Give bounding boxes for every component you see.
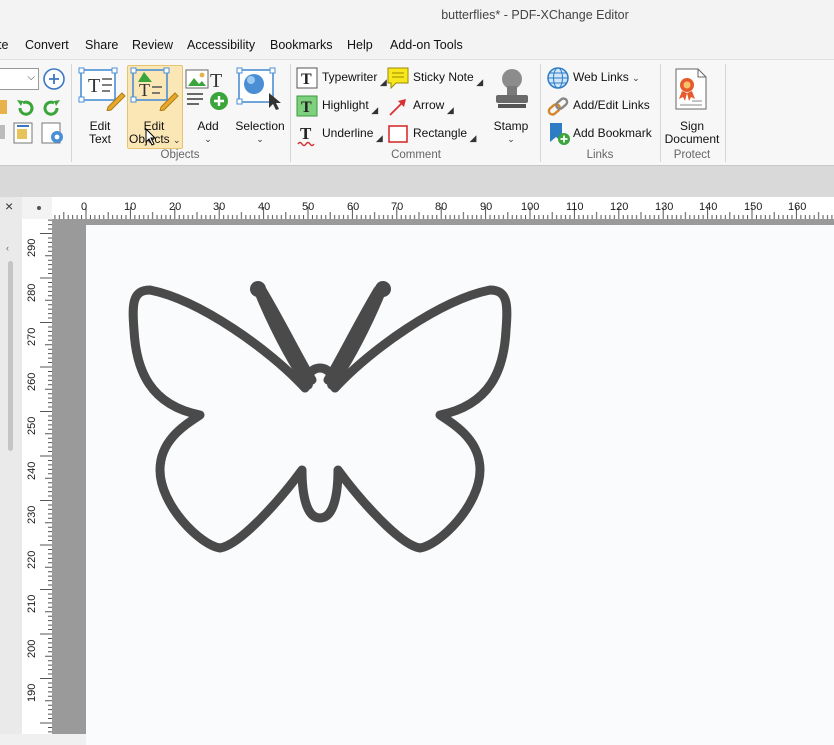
ruler-label: 160 <box>788 201 807 213</box>
butterfly-drawing[interactable] <box>0 0 760 553</box>
ruler-label: 220 <box>26 550 38 569</box>
document-canvas[interactable] <box>52 219 834 745</box>
ruler-label: 190 <box>26 683 38 702</box>
ruler-label: 200 <box>26 639 38 658</box>
ruler-label: 210 <box>26 594 38 613</box>
pdf-page[interactable] <box>86 225 834 745</box>
